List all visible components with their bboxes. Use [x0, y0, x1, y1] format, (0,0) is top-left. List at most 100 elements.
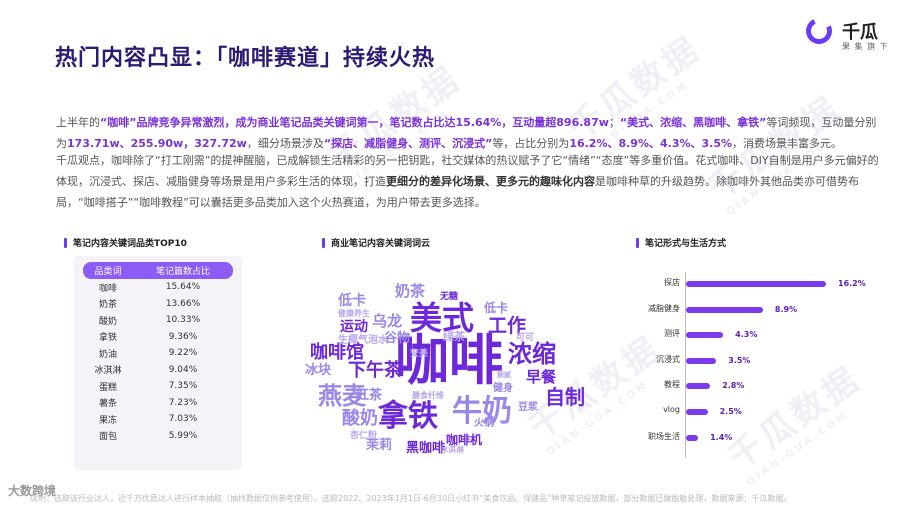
cloud-word: 解腻	[497, 371, 511, 379]
cloud-word: 生椰气泡水	[338, 335, 388, 346]
bar-value-label: 1.4%	[710, 432, 733, 442]
bar-label: vlog	[663, 405, 680, 414]
category-cell: 奶油	[98, 349, 117, 360]
table-section-title: 笔记内容关键词品类TOP10	[64, 236, 187, 249]
bar	[686, 281, 826, 287]
table-row: 果冻 7.03%	[83, 411, 233, 428]
cloud-word: 冰块	[305, 363, 332, 378]
bar	[686, 383, 711, 390]
cloud-word: 可可	[516, 333, 535, 343]
section-marker	[636, 237, 639, 248]
cloud-word: 下午茶	[348, 360, 402, 381]
cloud-word: 安美	[410, 349, 429, 359]
bar	[686, 332, 724, 339]
table-row: 面包 5.99%	[83, 428, 233, 445]
text: 上半年的	[56, 116, 100, 129]
column-header: 品类词	[83, 262, 133, 279]
bar-label: 减脂健身	[648, 303, 680, 313]
highlight: “美式、浓缩、黑咖啡、拿铁”	[619, 116, 767, 129]
share-cell: 15.64%	[165, 282, 201, 293]
cloud-section-title: 商业笔记内容关键词词云	[322, 236, 430, 249]
cloud-word: 早餐	[526, 368, 557, 386]
highlight: 173.71w、255.90w，327.72w	[67, 137, 247, 150]
share-cell: 9.22%	[168, 348, 198, 359]
share-cell: 9.04%	[168, 364, 198, 375]
category-cell: 面包	[98, 432, 117, 443]
bar	[686, 409, 708, 415]
bar-label: 探店	[664, 278, 680, 287]
section-marker	[322, 237, 325, 248]
table-row: 奶茶 13.66%	[83, 296, 233, 313]
share-cell: 10.33%	[165, 315, 201, 326]
table-row: 咖啡 15.64%	[83, 279, 233, 296]
category-cell: 薯条	[98, 399, 117, 410]
bar-value-label: 3.5%	[728, 355, 751, 365]
page-title: 热门内容凸显：「咖啡赛道」持续火热	[55, 46, 436, 71]
category-cell: 冰淇淋	[94, 366, 122, 377]
cloud-word: 酸奶	[342, 408, 378, 429]
bar-label: 职场生活	[648, 431, 680, 441]
cloud-word: 奶茶	[395, 282, 426, 300]
cloud-word: 浓缩	[508, 340, 556, 368]
table-row: 蛋糕 7.35%	[83, 378, 233, 395]
cloud-word: 乌龙	[372, 312, 403, 330]
table-row: 酸奶 10.33%	[83, 312, 233, 329]
highlight: 更细分的差异化场景、更多元的趣味化内容	[386, 175, 595, 188]
share-cell: 7.35%	[168, 381, 198, 392]
bar-label: 沉浸式	[656, 354, 680, 364]
category-table: 品类词 笔记篇数占比 咖啡 15.64% 奶茶 13.66% 酸奶 10.33% 拿铁 9.3…	[83, 262, 233, 444]
brand-logo: 千瓜 果 集 旗 下	[802, 14, 906, 56]
highlight: “探店、减脂健身、测评、沉浸式”	[323, 137, 493, 150]
category-cell: 果冻	[98, 415, 117, 426]
bar-value-label: 8.9%	[774, 304, 798, 314]
text: ，消费场景丰富多元。	[732, 137, 842, 150]
word-cloud: 咖啡 美式 拿铁 牛奶 燕麦 浓缩 工作 自制 咖啡馆 下午茶 酸奶 早餐 奶茶 乌龙 运动 低卡 低卡 谷物 冰块…	[300, 262, 590, 472]
cloud-word: 红茶	[356, 388, 383, 403]
cloud-word: 低卡	[484, 301, 509, 315]
share-cell: 9.36%	[168, 331, 198, 342]
viewpoint-paragraph: 千瓜观点，咖啡除了“打工刚需”的提神醒脑，已成解锁生活精彩的另一把钥匙，社交媒体…	[56, 150, 886, 213]
table-row: 薯条 7.23%	[83, 395, 233, 412]
share-cell: 7.03%	[168, 414, 198, 425]
category-cell: 咖啡	[98, 283, 117, 294]
category-cell: 奶茶	[98, 300, 117, 311]
cloud-word: 火锅	[474, 418, 494, 429]
highlight: 16.2%、8.9%、4.3%、3.5%	[569, 137, 732, 150]
bar-label: 测评	[664, 329, 680, 339]
share-cell: 5.99%	[168, 430, 198, 441]
bar-label: 教程	[664, 380, 680, 390]
column-header: 笔记篇数占比	[133, 262, 233, 279]
bar-value-label: 4.3%	[735, 330, 758, 340]
cloud-word: 杏仁粉	[350, 431, 378, 441]
bar	[686, 306, 763, 313]
cloud-word: 豆浆	[518, 402, 538, 413]
cloud-word: 拿铁	[378, 399, 438, 434]
cloud-word: 健康养生	[338, 309, 370, 318]
bar-value-label: 2.5%	[719, 407, 742, 416]
footnote: 说明：选取该行业达人，近千万优质达人进行样本抽取（抽样数据仅供参考使用）。选取2…	[30, 494, 792, 503]
cloud-word: 运动	[340, 319, 368, 335]
category-cell: 酸奶	[98, 316, 117, 327]
cloud-word: 低卡	[338, 293, 366, 309]
cloud-word: 绿茶	[443, 330, 465, 343]
chart-axis	[685, 272, 686, 458]
bar	[686, 357, 717, 364]
cloud-word: 膳食纤维	[412, 391, 444, 400]
cloud-word: 冰淇淋	[440, 445, 464, 454]
section-marker	[64, 237, 67, 248]
bar-value-label: 2.8%	[722, 381, 745, 391]
cloud-word: 健身	[493, 383, 513, 394]
bars-section-title: 笔记形式与生活方式	[636, 236, 726, 249]
highlight: “咖啡”品牌竞争异常激烈，成为商业笔记品类关键词第一，笔记数占比达15.64%，…	[100, 116, 609, 129]
share-cell: 13.66%	[165, 298, 201, 309]
text: 等，占比分别为	[492, 137, 570, 150]
cloud-word: 无糖	[440, 292, 459, 302]
table-row: 拿铁 9.36%	[83, 329, 233, 346]
bar-value-label: 16.2%	[838, 279, 866, 288]
category-cell: 蛋糕	[98, 382, 117, 393]
section-title-text: 商业笔记内容关键词词云	[331, 239, 431, 249]
text: ；	[608, 116, 620, 129]
bar	[686, 434, 699, 441]
logo-subtitle: 果 集 旗 下	[842, 42, 889, 51]
category-cell: 拿铁	[98, 333, 117, 344]
